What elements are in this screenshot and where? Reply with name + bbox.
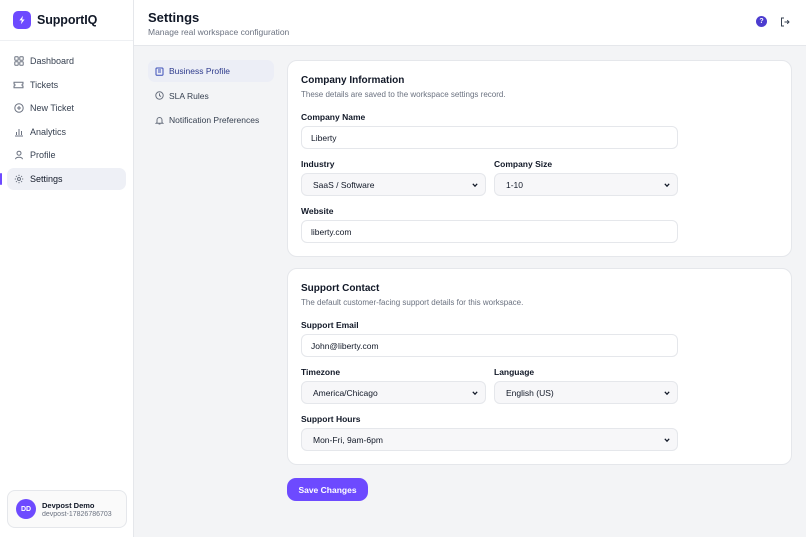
page-title: Settings bbox=[148, 10, 200, 25]
language-label: Language bbox=[494, 367, 535, 377]
support-hours-value: Mon-Fri, 9am-6pm bbox=[313, 434, 383, 445]
support-email-input[interactable]: John@liberty.com bbox=[301, 334, 678, 357]
website-input[interactable]: liberty.com bbox=[301, 220, 678, 243]
settings-subnav: Business Profile SLA Rules Notification … bbox=[148, 60, 274, 134]
support-contact-card: Support Contact The default customer-fac… bbox=[287, 268, 792, 465]
company-info-card: Company Information These details are sa… bbox=[287, 60, 792, 257]
gear-icon bbox=[13, 173, 24, 184]
brand-name: SupportIQ bbox=[37, 13, 98, 27]
avatar: DD bbox=[16, 499, 36, 519]
sidebar-item-profile[interactable]: Profile bbox=[7, 144, 126, 166]
sidebar-item-tickets[interactable]: Tickets bbox=[7, 74, 126, 96]
sidebar: SupportIQ Dashboard Tickets New Ticket A… bbox=[0, 0, 134, 537]
card-description: The default customer-facing support deta… bbox=[301, 298, 524, 307]
website-label: Website bbox=[301, 206, 334, 216]
save-changes-button[interactable]: Save Changes bbox=[287, 478, 368, 501]
sidebar-item-label: Dashboard bbox=[30, 56, 75, 66]
timezone-label: Timezone bbox=[301, 367, 341, 377]
sidebar-item-new-ticket[interactable]: New Ticket bbox=[7, 97, 126, 119]
company-size-label: Company Size bbox=[494, 159, 553, 169]
chevron-down-icon bbox=[664, 182, 670, 188]
main-nav: Dashboard Tickets New Ticket Analytics P… bbox=[0, 41, 133, 190]
user-icon bbox=[13, 150, 24, 161]
chevron-down-icon bbox=[664, 437, 670, 443]
timezone-value: America/Chicago bbox=[313, 387, 378, 398]
support-email-label: Support Email bbox=[301, 320, 359, 330]
plus-circle-icon bbox=[13, 103, 24, 114]
chevron-down-icon bbox=[664, 390, 670, 396]
page-header: Settings Manage real workspace configura… bbox=[134, 0, 806, 46]
company-name-label: Company Name bbox=[301, 112, 366, 122]
card-title: Company Information bbox=[301, 75, 405, 86]
timezone-select[interactable]: America/Chicago bbox=[301, 381, 486, 404]
logo-icon bbox=[13, 11, 31, 29]
sidebar-item-label: New Ticket bbox=[30, 103, 75, 113]
support-hours-label: Support Hours bbox=[301, 414, 361, 424]
dashboard-icon bbox=[13, 56, 24, 67]
ticket-icon bbox=[13, 79, 24, 90]
language-select[interactable]: English (US) bbox=[494, 381, 678, 404]
user-name: Devpost Demo bbox=[42, 500, 95, 510]
sidebar-item-analytics[interactable]: Analytics bbox=[7, 121, 126, 143]
page-subtitle: Manage real workspace configuration bbox=[148, 27, 290, 37]
industry-value: SaaS / Software bbox=[313, 179, 375, 190]
subnav-item-notification-preferences[interactable]: Notification Preferences bbox=[148, 109, 274, 131]
clock-icon bbox=[154, 91, 164, 101]
user-card[interactable]: DD Devpost Demo devpost-17826786703 bbox=[7, 490, 127, 528]
company-size-value: 1-10 bbox=[506, 179, 524, 190]
chevron-down-icon bbox=[472, 390, 478, 396]
logout-icon[interactable] bbox=[779, 16, 790, 27]
building-icon bbox=[154, 66, 164, 76]
sidebar-item-label: Analytics bbox=[30, 126, 67, 137]
subnav-item-sla-rules[interactable]: SLA Rules bbox=[148, 85, 274, 107]
card-description: These details are saved to the workspace… bbox=[301, 90, 506, 99]
language-value: English (US) bbox=[506, 387, 554, 398]
subnav-item-business-profile[interactable]: Business Profile bbox=[148, 60, 274, 82]
sidebar-item-dashboard[interactable]: Dashboard bbox=[7, 50, 126, 72]
subnav-item-label: Notification Preferences bbox=[169, 115, 260, 125]
user-id: devpost-17826786703 bbox=[42, 510, 112, 518]
industry-label: Industry bbox=[301, 159, 335, 169]
subnav-item-label: Business Profile bbox=[169, 66, 230, 76]
chevron-down-icon bbox=[472, 182, 478, 188]
help-icon[interactable]: ? bbox=[756, 16, 767, 27]
bar-chart-icon bbox=[13, 126, 24, 137]
sidebar-item-label: Tickets bbox=[30, 79, 59, 90]
brand[interactable]: SupportIQ bbox=[0, 0, 133, 41]
subnav-item-label: SLA Rules bbox=[169, 90, 209, 101]
company-size-select[interactable]: 1-10 bbox=[494, 173, 678, 196]
industry-select[interactable]: SaaS / Software bbox=[301, 173, 486, 196]
company-name-input[interactable]: Liberty bbox=[301, 126, 678, 149]
sidebar-item-label: Settings bbox=[30, 173, 63, 184]
bell-icon bbox=[154, 115, 164, 125]
card-title: Support Contact bbox=[301, 283, 380, 294]
support-hours-select[interactable]: Mon-Fri, 9am-6pm bbox=[301, 428, 678, 451]
sidebar-item-label: Profile bbox=[30, 150, 56, 160]
sidebar-item-settings[interactable]: Settings bbox=[0, 167, 126, 190]
